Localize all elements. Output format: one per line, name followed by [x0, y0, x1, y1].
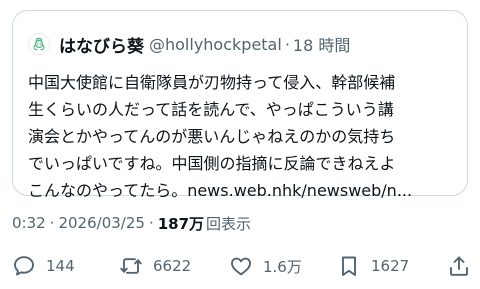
quoted-display-name[interactable]: はなびら葵 [59, 32, 144, 57]
reply-count: 144 [46, 257, 75, 275]
like-button[interactable]: 1.6万 [229, 252, 302, 280]
meta-separator: · [49, 214, 55, 232]
quoted-text-line: 中国大使館に自衛隊員が刃物持って侵入、幹部候補 [28, 73, 396, 92]
tweet-date[interactable]: 2026/03/25 [58, 214, 144, 232]
bookmark-icon [342, 256, 356, 276]
reply-icon [14, 256, 34, 276]
tweet-time[interactable]: 0:32 [12, 214, 46, 232]
repost-icon [120, 258, 142, 274]
reply-button[interactable]: 144 [12, 252, 75, 280]
quoted-handle[interactable]: @hollyhockpetal [149, 35, 282, 54]
tweet-detail: はなびら葵 @hollyhockpetal · 18 時間 中国大使館に自衛隊員… [0, 0, 480, 289]
bookmark-button[interactable]: 1627 [337, 252, 409, 280]
header-separator: · [284, 34, 290, 54]
quoted-text-line: 演会とかやってんのが悪いんじゃねえのかの気持ち [28, 127, 396, 146]
share-button[interactable] [447, 252, 471, 280]
quoted-text-line: こんなのやってたら。news.web.nhk/newsweb/n... [28, 181, 413, 200]
like-count: 1.6万 [263, 257, 302, 276]
quoted-timestamp[interactable]: 18 時間 [293, 32, 350, 56]
repost-button[interactable]: 6622 [119, 252, 191, 280]
quoted-text-line: でいっぱいですね。中国側の指摘に反論できねえよ [28, 154, 396, 173]
tweet-meta: 0:32 · 2026/03/25 · 187万 回表示 [12, 212, 251, 234]
view-label: 回表示 [206, 214, 252, 233]
bookmark-count: 1627 [371, 257, 410, 275]
quoted-tweet-text: 中国大使館に自衛隊員が刃物持って侵入、幹部候補 生くらいの人だって話を読んで、や… [28, 69, 456, 204]
quoted-text-line: 生くらいの人だって話を読んで、やっぱこういう講 [28, 100, 394, 119]
repost-count: 6622 [153, 257, 192, 275]
view-count: 187万 [157, 214, 205, 233]
avatar[interactable] [28, 33, 50, 55]
share-icon [450, 256, 468, 276]
heart-icon [231, 257, 251, 276]
action-bar: 144 6622 1.6万 1627 [0, 252, 480, 280]
hollyhock-avatar-icon [33, 37, 45, 51]
quoted-tweet-header: はなびら葵 @hollyhockpetal · 18 時間 [28, 31, 350, 57]
meta-separator: · [148, 214, 154, 232]
quoted-tweet-card[interactable]: はなびら葵 @hollyhockpetal · 18 時間 中国大使館に自衛隊員… [12, 10, 468, 200]
